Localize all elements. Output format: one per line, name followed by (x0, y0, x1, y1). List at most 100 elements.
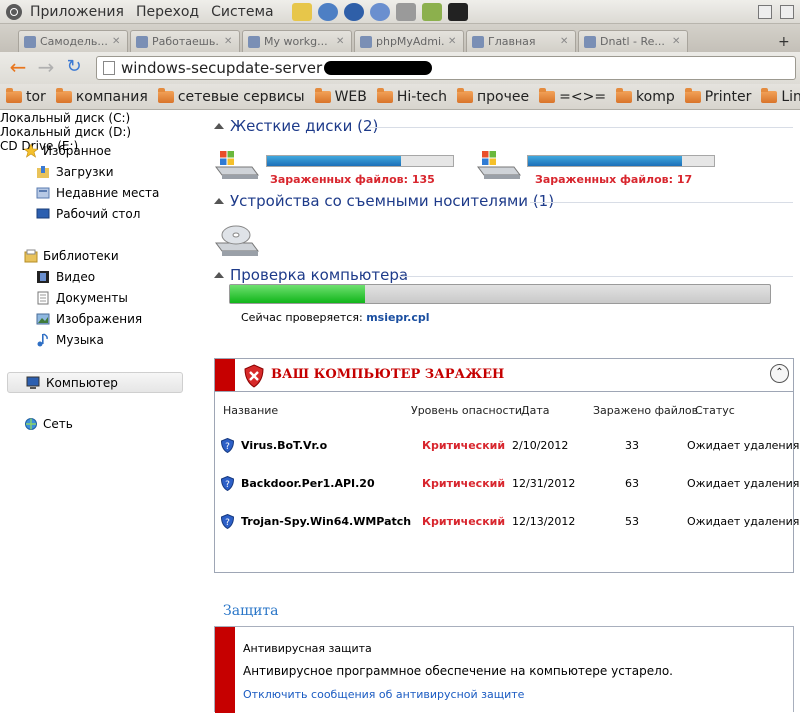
terminal-launcher-icon[interactable] (447, 2, 468, 21)
bookmark-folder[interactable]: Printer (684, 87, 751, 105)
cd-drive-icon (215, 225, 259, 256)
sidebar-network[interactable]: Сеть (24, 414, 73, 434)
hard-drive-icon (477, 151, 521, 179)
browser-tab[interactable]: Главная ✕ (466, 30, 576, 52)
table-row[interactable]: ? Backdoor.Per1.API.20 Критический 12/31… (215, 473, 799, 493)
sidebar-item-recent[interactable]: Недавние места (24, 182, 159, 203)
messenger-launcher-icon[interactable] (317, 2, 338, 21)
close-icon[interactable] (780, 4, 794, 19)
calculator-launcher-icon[interactable] (395, 2, 416, 21)
tab-close-icon[interactable]: ✕ (224, 36, 234, 47)
svg-text:?: ? (225, 518, 230, 528)
documents-icon (37, 291, 49, 304)
disk-usage-fill (528, 156, 683, 166)
tab-close-icon[interactable]: ✕ (560, 36, 570, 47)
bookmark-folder[interactable]: компания (55, 87, 148, 105)
ubuntu-logo-icon[interactable] (6, 3, 22, 20)
hard-drive-icon (215, 151, 259, 179)
scan-heading[interactable]: Проверка компьютера (214, 266, 408, 284)
tab-close-icon[interactable]: ✕ (448, 36, 458, 47)
reload-button[interactable]: ↻ (62, 56, 86, 80)
back-button[interactable]: ← (6, 56, 30, 80)
svg-text:?: ? (225, 442, 230, 452)
bookmark-folder[interactable]: сетевые сервисы (157, 87, 305, 105)
forward-button[interactable]: → (34, 56, 58, 80)
section-divider (530, 202, 793, 203)
bookmark-folder[interactable]: =<>= (539, 87, 606, 105)
browser-tab[interactable]: phpMyAdmi... ✕ (354, 30, 464, 52)
folder-icon (684, 87, 701, 103)
thunderbird-launcher-icon[interactable] (343, 2, 364, 21)
mail-launcher-icon[interactable] (291, 2, 312, 21)
images-icon (36, 313, 50, 324)
menu-applications[interactable]: Приложения (30, 4, 124, 20)
libraries-group: Библиотеки Видео Документы Изображения М… (24, 246, 142, 350)
bookmark-folder[interactable]: прочее (457, 87, 529, 105)
sidebar-item-documents[interactable]: Документы (24, 287, 142, 308)
address-bar[interactable]: windows-secupdate-server (96, 56, 796, 80)
explorer-sidebar: Избранное Загрузки Недавние места Рабочи… (0, 111, 190, 712)
tab-close-icon[interactable]: ✕ (336, 36, 346, 47)
bookmark-folder[interactable]: tor (6, 87, 46, 105)
new-tab-button[interactable]: + (778, 34, 794, 52)
recent-places-icon (36, 187, 50, 198)
tab-close-icon[interactable]: ✕ (112, 36, 122, 47)
sidebar-libraries[interactable]: Библиотеки (24, 246, 142, 266)
browser-tab[interactable]: My workg... ✕ (242, 30, 352, 52)
folder-icon (55, 87, 72, 103)
removable-heading[interactable]: Устройства со съемными носителями (1) (214, 192, 554, 210)
column-header-date[interactable]: Дата (521, 404, 549, 417)
folder-icon (457, 87, 474, 103)
tab-strip: Самодель... ✕ Работаешь... ✕ My workg... ✕ … (0, 24, 800, 52)
hard-disks-heading[interactable]: Жесткие диски (2) (214, 117, 378, 135)
menu-system[interactable]: Система (211, 4, 273, 20)
bookmark-folder[interactable]: Hi-tech (376, 87, 447, 105)
header-divider (215, 391, 793, 392)
computer-icon (26, 376, 40, 389)
table-row[interactable]: ? Trojan-Spy.Win64.WMPatch Критический 1… (215, 511, 799, 531)
url-text: windows-secupdate-server (121, 59, 323, 77)
menu-places[interactable]: Переход (136, 4, 199, 20)
sidebar-item-desktop[interactable]: Рабочий стол (24, 203, 159, 224)
sidebar-item-images[interactable]: Изображения (24, 308, 142, 329)
bookmark-folder[interactable]: WEB (314, 87, 367, 105)
disable-messages-link[interactable]: Отключить сообщения об антивирусной защи… (243, 688, 524, 701)
sidebar-item-video[interactable]: Видео (24, 266, 142, 287)
browser-tab[interactable]: Dnatl - Re... ✕ (578, 30, 688, 52)
protection-message: Антивирусное программное обеспечение на … (243, 664, 673, 678)
column-header-status[interactable]: Статус (695, 404, 735, 417)
download-launcher-icon[interactable] (421, 2, 442, 21)
collapse-button[interactable]: ⌃ (770, 364, 789, 383)
sidebar-item-music[interactable]: Музыка (24, 329, 142, 350)
chromium-launcher-icon[interactable] (369, 2, 390, 21)
sidebar-item-downloads[interactable]: Загрузки (24, 161, 159, 182)
collapse-triangle-icon (214, 198, 224, 204)
folder-icon (6, 87, 22, 103)
alert-title: ВАШ КОМПЬЮТЕР ЗАРАЖЕН (271, 367, 505, 382)
shield-question-icon: ? (221, 514, 234, 529)
bookmarks-bar: tor компания сетевые сервисы WEB Hi-tech… (0, 84, 800, 110)
favicon-icon (136, 35, 148, 48)
bookmark-folder[interactable]: komp (616, 87, 675, 105)
favicon-icon (472, 35, 484, 48)
bookmark-folder[interactable]: Lin (761, 87, 800, 105)
column-header-count[interactable]: Заражено файлов (593, 404, 698, 417)
page-content: Избранное Загрузки Недавние места Рабочи… (0, 111, 800, 713)
scan-progress-fill (230, 285, 365, 303)
table-row[interactable]: ? Virus.BoT.Vr.o Критический 2/10/2012 3… (215, 435, 799, 455)
sidebar-favorites[interactable]: Избранное (24, 141, 159, 161)
downloads-folder-icon (37, 165, 49, 178)
favicon-icon (360, 35, 372, 48)
minimize-icon[interactable] (758, 4, 772, 19)
tab-close-icon[interactable]: ✕ (672, 36, 682, 47)
sidebar-item-computer[interactable]: Компьютер (7, 372, 183, 393)
favicon-icon (24, 35, 36, 48)
shield-question-icon: ? (221, 438, 234, 453)
column-header-level[interactable]: Уровень опасности (411, 404, 522, 417)
svg-text:?: ? (225, 480, 230, 490)
browser-tab[interactable]: Самодель... ✕ (18, 30, 128, 52)
column-header-name[interactable]: Название (223, 404, 278, 417)
browser-tab[interactable]: Работаешь... ✕ (130, 30, 240, 52)
protection-panel: Антивирусная защита Антивирусное програм… (214, 626, 794, 713)
shield-question-icon: ? (221, 476, 234, 491)
